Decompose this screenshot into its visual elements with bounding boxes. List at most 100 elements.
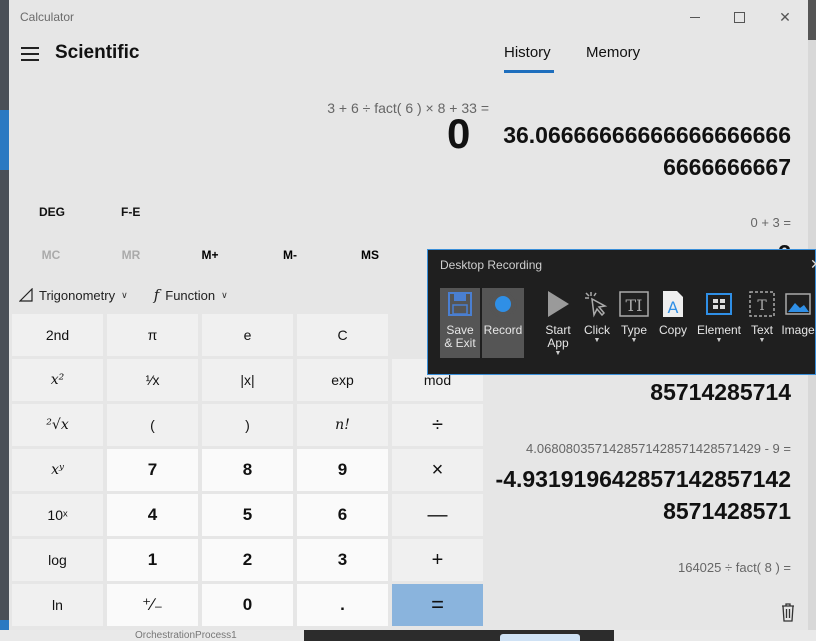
trash-icon[interactable] — [780, 602, 796, 622]
svg-text:TI: TI — [626, 296, 643, 315]
image-button[interactable]: Image — [780, 288, 816, 358]
save-icon — [443, 288, 477, 320]
chevron-down-icon: ▼ — [630, 337, 638, 344]
memory-add-button[interactable]: M+ — [170, 248, 250, 262]
pi-key[interactable]: π — [106, 313, 199, 357]
equals-key[interactable]: = — [391, 583, 484, 627]
memory-store-button[interactable]: MS — [330, 248, 410, 262]
minimize-button[interactable] — [681, 6, 709, 28]
ten-power-key[interactable]: 10ˣ — [11, 493, 104, 537]
history-result-line[interactable]: 6666666667 — [663, 154, 791, 181]
copy-button[interactable]: A Copy — [654, 288, 692, 358]
memory-clear-button[interactable]: MC — [11, 248, 91, 262]
element-button[interactable]: Element ▼ — [694, 288, 744, 358]
digit-0-key[interactable]: 0 — [201, 583, 294, 627]
chevron-down-icon: ∨ — [121, 289, 128, 300]
history-result-line[interactable]: 8571428571 — [663, 498, 791, 525]
history-expression[interactable]: 0 + 3 = — [751, 215, 791, 230]
negate-key[interactable]: ⁺∕₋ — [106, 583, 199, 627]
click-icon — [580, 288, 614, 320]
hamburger-menu-icon[interactable] — [19, 44, 41, 64]
digit-8-key[interactable]: 8 — [201, 448, 294, 492]
reciprocal-key[interactable]: ¹⁄x — [106, 358, 199, 402]
ln-key[interactable]: ln — [11, 583, 104, 627]
digit-6-key[interactable]: 6 — [296, 493, 389, 537]
save-exit-button[interactable]: Save & Exit — [440, 288, 480, 358]
desktop-recording-panel: Desktop Recording ✕ Save & Exit Record St… — [427, 249, 816, 375]
chevron-down-icon: ▼ — [554, 350, 562, 357]
start-app-icon — [541, 288, 575, 320]
open-paren-key[interactable]: ( — [106, 403, 199, 447]
maximize-icon — [733, 11, 745, 23]
clear-key[interactable]: C — [296, 313, 389, 357]
close-icon[interactable]: ✕ — [810, 256, 816, 273]
factorial-key[interactable]: n! — [296, 403, 389, 447]
square-key[interactable]: x² — [11, 358, 104, 402]
copy-icon: A — [656, 288, 690, 320]
add-key[interactable]: + — [391, 538, 484, 582]
digit-2-key[interactable]: 2 — [201, 538, 294, 582]
click-button[interactable]: Click ▼ — [578, 288, 616, 358]
digit-7-key[interactable]: 7 — [106, 448, 199, 492]
desktop-left-edge — [0, 0, 9, 641]
save-exit-label: Save & Exit — [444, 323, 476, 350]
fe-button[interactable]: F-E — [121, 205, 140, 219]
click-label: Click — [584, 323, 610, 337]
history-result-line[interactable]: 85714285714 — [650, 379, 791, 406]
log-key[interactable]: log — [11, 538, 104, 582]
memory-subtract-button[interactable]: M- — [250, 248, 330, 262]
square-root-key[interactable]: ²√x — [11, 403, 104, 447]
subtract-key[interactable]: — — [391, 493, 484, 537]
start-app-button[interactable]: Start App ▼ — [538, 288, 578, 358]
e-key[interactable]: e — [201, 313, 294, 357]
image-icon — [781, 288, 815, 320]
function-label: Function — [165, 287, 216, 303]
tab-memory[interactable]: Memory — [586, 44, 640, 61]
record-icon — [486, 288, 520, 320]
recording-title: Desktop Recording — [440, 258, 543, 272]
record-button[interactable]: Record — [482, 288, 524, 358]
tab-history[interactable]: History — [504, 44, 554, 73]
memory-recall-button[interactable]: MR — [91, 248, 171, 262]
element-icon — [702, 288, 736, 320]
display-value: 0 — [447, 110, 471, 157]
triangle-ruler-icon — [19, 288, 33, 302]
digit-4-key[interactable]: 4 — [106, 493, 199, 537]
digit-1-key[interactable]: 1 — [106, 538, 199, 582]
type-button[interactable]: TI Type ▼ — [616, 288, 652, 358]
power-key[interactable]: xʸ — [11, 448, 104, 492]
minimize-icon — [690, 16, 700, 18]
element-label: Element — [696, 323, 742, 337]
desktop-bottom-strip: OrchestrationProcess1 — [0, 630, 816, 641]
text-button[interactable]: T Text ▼ — [744, 288, 780, 358]
exp-key[interactable]: exp — [296, 358, 389, 402]
decimal-key[interactable]: . — [296, 583, 389, 627]
second-function-key[interactable]: 2nd — [11, 313, 104, 357]
taskbar-item-label[interactable]: OrchestrationProcess1 — [135, 630, 237, 641]
desktop-blue-tab — [500, 634, 580, 641]
svg-text:T: T — [757, 298, 767, 314]
svg-text:A: A — [668, 298, 679, 317]
record-label: Record — [483, 323, 523, 337]
chevron-down-icon: ▼ — [593, 337, 601, 344]
maximize-button[interactable] — [725, 6, 753, 28]
absolute-key[interactable]: |x| — [201, 358, 294, 402]
history-result-line[interactable]: 36.06666666666666666666 — [503, 122, 791, 149]
trigonometry-label: Trigonometry — [39, 287, 116, 303]
history-result-line[interactable]: -4.93191964285714285714​2 — [496, 466, 791, 493]
function-dropdown[interactable]: f Function ∨ — [154, 286, 228, 304]
history-expression[interactable]: 164025 ÷ fact( 8 ) = — [678, 560, 791, 575]
history-expression[interactable]: 4.0680803571428571428571428571429 - 9 = — [526, 441, 791, 456]
type-icon: TI — [617, 288, 651, 320]
digit-9-key[interactable]: 9 — [296, 448, 389, 492]
desktop-dark-block — [808, 0, 816, 40]
close-paren-key[interactable]: ) — [201, 403, 294, 447]
digit-5-key[interactable]: 5 — [201, 493, 294, 537]
multiply-key[interactable]: × — [391, 448, 484, 492]
trigonometry-dropdown[interactable]: Trigonometry ∨ — [19, 288, 128, 303]
digit-3-key[interactable]: 3 — [296, 538, 389, 582]
function-icon: f — [153, 286, 160, 304]
angle-mode-button[interactable]: DEG — [39, 205, 65, 219]
close-button[interactable]: ✕ — [771, 6, 799, 28]
divide-key[interactable]: ÷ — [391, 403, 484, 447]
